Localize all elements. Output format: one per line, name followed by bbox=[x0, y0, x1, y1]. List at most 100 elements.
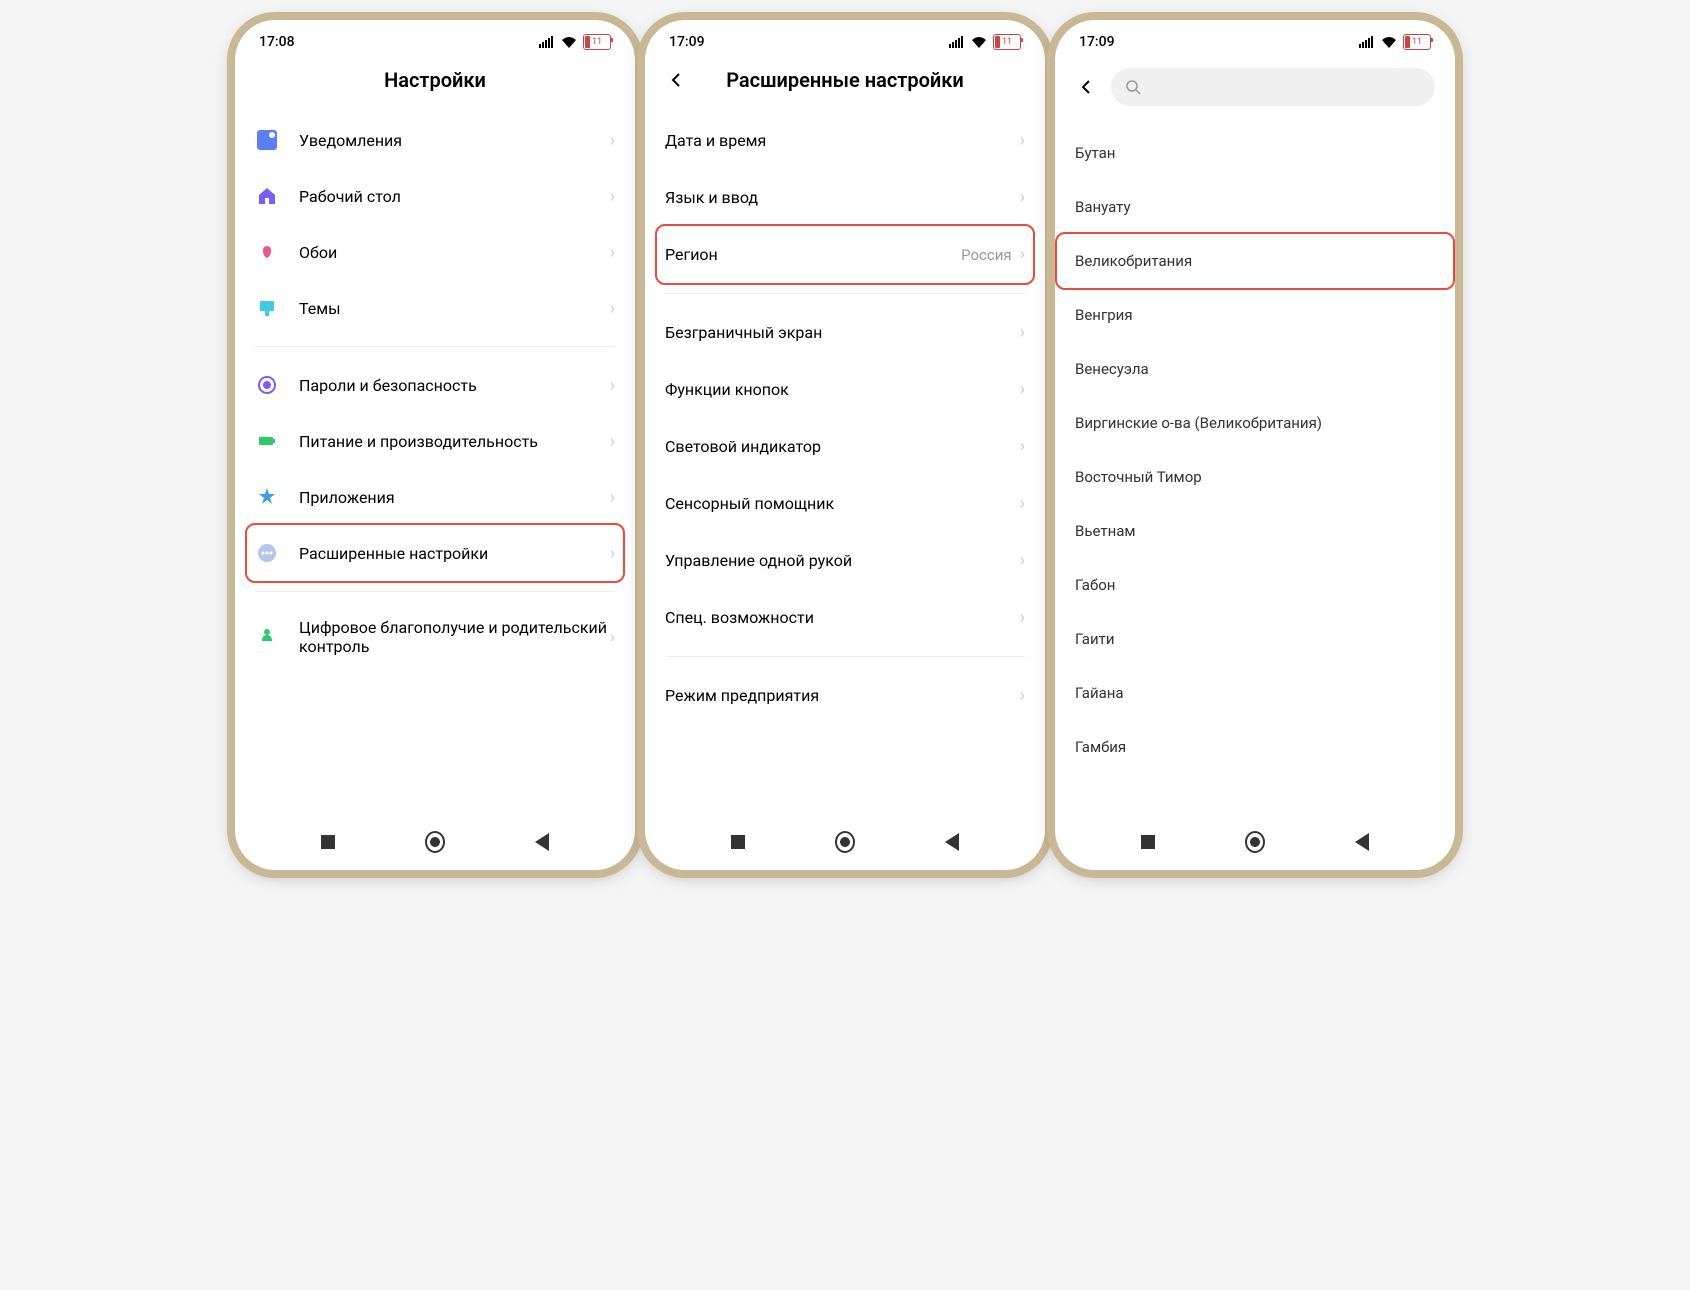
settings-item-enterprise[interactable]: Режим предприятия › bbox=[665, 667, 1025, 724]
signal-icon bbox=[539, 36, 555, 48]
divider bbox=[665, 293, 1025, 294]
notifications-icon bbox=[255, 128, 279, 152]
region-item[interactable]: Венесуэла bbox=[1055, 342, 1455, 396]
status-bar: 17:09 11 bbox=[645, 20, 1045, 56]
chevron-right-icon: › bbox=[1020, 187, 1025, 208]
navigation-bar bbox=[645, 818, 1045, 870]
region-list[interactable]: Бутан Вануату Великобритания Венгрия Вен… bbox=[1055, 126, 1455, 818]
nav-back[interactable] bbox=[1352, 832, 1372, 852]
back-button[interactable] bbox=[1075, 75, 1099, 99]
chevron-right-icon: › bbox=[610, 242, 615, 263]
settings-item-datetime[interactable]: Дата и время › bbox=[665, 112, 1025, 169]
phone-region-list: 17:09 11 Бутан Вануату Великобритания Ве… bbox=[1055, 20, 1455, 870]
settings-item-apps[interactable]: Приложения › bbox=[255, 469, 615, 525]
search-icon bbox=[1125, 79, 1141, 95]
signal-icon bbox=[949, 36, 965, 48]
region-item[interactable]: Гаити bbox=[1055, 612, 1455, 666]
settings-item-language[interactable]: Язык и ввод › bbox=[665, 169, 1025, 226]
divider bbox=[665, 656, 1025, 657]
region-item[interactable]: Габон bbox=[1055, 558, 1455, 612]
chevron-right-icon: › bbox=[1020, 130, 1025, 151]
nav-recent[interactable] bbox=[1138, 832, 1158, 852]
chevron-right-icon: › bbox=[610, 375, 615, 396]
status-time: 17:09 bbox=[1079, 34, 1115, 50]
status-bar: 17:09 11 bbox=[1055, 20, 1455, 56]
region-item[interactable]: Венгрия bbox=[1055, 288, 1455, 342]
nav-recent[interactable] bbox=[318, 832, 338, 852]
status-time: 17:08 bbox=[259, 34, 295, 50]
chevron-right-icon: › bbox=[610, 431, 615, 452]
security-icon bbox=[255, 373, 279, 397]
phone-advanced-settings: 17:09 11 Расширенные настройки Дата и вр… bbox=[645, 20, 1045, 870]
settings-item-themes[interactable]: Темы › bbox=[255, 280, 615, 336]
divider bbox=[255, 591, 615, 592]
region-item[interactable]: Восточный Тимор bbox=[1055, 450, 1455, 504]
chevron-right-icon: › bbox=[610, 543, 615, 564]
chevron-right-icon: › bbox=[610, 298, 615, 319]
signal-icon bbox=[1359, 36, 1375, 48]
content[interactable]: Дата и время › Язык и ввод › Регион Росс… bbox=[645, 112, 1045, 818]
region-item[interactable]: Виргинские о-ва (Великобритания) bbox=[1055, 396, 1455, 450]
chevron-right-icon: › bbox=[610, 487, 615, 508]
chevron-right-icon: › bbox=[1020, 685, 1025, 706]
region-item[interactable]: Гамбия bbox=[1055, 720, 1455, 774]
battery-icon: 11 bbox=[993, 34, 1021, 50]
chevron-right-icon: › bbox=[610, 627, 615, 648]
region-value: Россия bbox=[961, 246, 1012, 264]
settings-item-buttons[interactable]: Функции кнопок › bbox=[665, 361, 1025, 418]
chevron-right-icon: › bbox=[610, 130, 615, 151]
wifi-icon bbox=[1381, 36, 1397, 48]
navigation-bar bbox=[235, 818, 635, 870]
search-input[interactable] bbox=[1111, 68, 1435, 106]
home-icon bbox=[255, 184, 279, 208]
settings-item-fullscreen[interactable]: Безграничный экран › bbox=[665, 304, 1025, 361]
content[interactable]: Уведомления › Рабочий стол › Обои › Темы… bbox=[235, 112, 635, 818]
header: Расширенные настройки bbox=[645, 56, 1045, 112]
settings-item-power[interactable]: Питание и производительность › bbox=[255, 413, 615, 469]
settings-item-notifications[interactable]: Уведомления › bbox=[255, 112, 615, 168]
region-item[interactable]: Вьетнам bbox=[1055, 504, 1455, 558]
back-button[interactable] bbox=[665, 68, 689, 92]
wellbeing-icon bbox=[255, 625, 279, 649]
themes-icon bbox=[255, 296, 279, 320]
nav-home[interactable] bbox=[425, 832, 445, 852]
nav-recent[interactable] bbox=[728, 832, 748, 852]
nav-home[interactable] bbox=[835, 832, 855, 852]
settings-item-advanced[interactable]: Расширенные настройки › bbox=[255, 525, 615, 581]
phone-settings: 17:08 11 Настройки Уведомления › Рабочий… bbox=[235, 20, 635, 870]
region-item[interactable]: Бутан bbox=[1055, 126, 1455, 180]
battery-icon: 11 bbox=[583, 34, 611, 50]
chevron-right-icon: › bbox=[1020, 322, 1025, 343]
chevron-right-icon: › bbox=[1020, 244, 1025, 265]
header: Настройки bbox=[235, 56, 635, 112]
status-bar: 17:08 11 bbox=[235, 20, 635, 56]
region-item[interactable]: Гайана bbox=[1055, 666, 1455, 720]
settings-item-desktop[interactable]: Рабочий стол › bbox=[255, 168, 615, 224]
settings-item-led[interactable]: Световой индикатор › bbox=[665, 418, 1025, 475]
settings-item-wellbeing[interactable]: Цифровое благополучие и родительский кон… bbox=[255, 602, 615, 672]
region-item[interactable]: Вануату bbox=[1055, 180, 1455, 234]
nav-back[interactable] bbox=[532, 832, 552, 852]
settings-item-security[interactable]: Пароли и безопасность › bbox=[255, 357, 615, 413]
settings-item-region[interactable]: Регион Россия › bbox=[665, 226, 1025, 283]
advanced-icon bbox=[255, 541, 279, 565]
highlight-region: Регион Россия › bbox=[655, 224, 1035, 285]
highlight-advanced: Расширенные настройки › bbox=[245, 523, 625, 583]
wallpaper-icon bbox=[255, 240, 279, 264]
settings-item-onehand[interactable]: Управление одной рукой › bbox=[665, 532, 1025, 589]
chevron-right-icon: › bbox=[1020, 436, 1025, 457]
nav-home[interactable] bbox=[1245, 832, 1265, 852]
wifi-icon bbox=[561, 36, 577, 48]
settings-item-accessibility[interactable]: Спец. возможности › bbox=[665, 589, 1025, 646]
settings-item-wallpaper[interactable]: Обои › bbox=[255, 224, 615, 280]
region-item-uk[interactable]: Великобритания bbox=[1055, 232, 1455, 290]
nav-back[interactable] bbox=[942, 832, 962, 852]
header bbox=[1055, 56, 1455, 126]
page-title: Расширенные настройки bbox=[689, 68, 1001, 92]
chevron-right-icon: › bbox=[1020, 550, 1025, 571]
chevron-right-icon: › bbox=[1020, 607, 1025, 628]
wifi-icon bbox=[971, 36, 987, 48]
settings-item-touch-assist[interactable]: Сенсорный помощник › bbox=[665, 475, 1025, 532]
chevron-right-icon: › bbox=[1020, 493, 1025, 514]
apps-icon bbox=[255, 485, 279, 509]
